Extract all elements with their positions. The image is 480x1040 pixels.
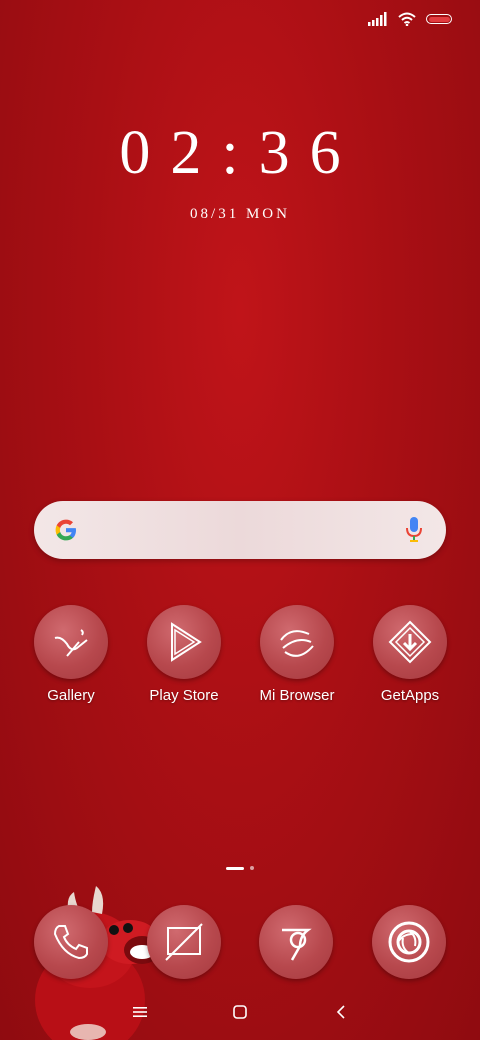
camera-icon	[388, 921, 430, 963]
menu-button[interactable]	[125, 1000, 155, 1024]
messaging-icon	[165, 923, 203, 961]
home-icon	[233, 1005, 247, 1019]
gallery-icon	[34, 605, 108, 679]
app-getapps[interactable]: GetApps	[355, 605, 465, 704]
phone-icon	[53, 925, 88, 960]
microphone-icon[interactable]	[404, 516, 424, 544]
play-store-icon	[147, 605, 221, 679]
dock-camera[interactable]	[372, 905, 446, 979]
chrome-icon	[282, 928, 312, 961]
app-play-store[interactable]: Play Store	[129, 605, 239, 704]
home-button[interactable]	[225, 1000, 255, 1024]
back-icon	[336, 1005, 345, 1019]
app-label: GetApps	[380, 687, 440, 704]
navigation-bar	[0, 1000, 480, 1024]
app-label: Mi Browser	[259, 687, 335, 704]
google-search-bar[interactable]	[34, 501, 446, 559]
google-g-icon	[55, 519, 76, 541]
app-gallery[interactable]: Gallery	[16, 605, 126, 704]
dock-chrome[interactable]	[259, 905, 333, 979]
app-label: Gallery	[47, 687, 95, 704]
status-bar	[368, 12, 452, 26]
dock-phone[interactable]	[34, 905, 108, 979]
app-label: Play Store	[149, 687, 219, 704]
clock-date: 08/31 MON	[190, 206, 290, 222]
signal-icon	[368, 12, 387, 26]
app-mi-browser[interactable]: Mi Browser	[242, 605, 352, 704]
dock-messaging[interactable]	[147, 905, 221, 979]
menu-icon	[133, 1007, 147, 1017]
clock-time[interactable]: 02:36	[0, 118, 480, 189]
wifi-icon	[398, 12, 416, 26]
back-button[interactable]	[326, 1000, 356, 1024]
browser-icon	[260, 605, 334, 679]
page-dot	[250, 866, 254, 870]
battery-icon	[426, 14, 452, 24]
page-indicator	[0, 866, 480, 870]
page-dot-active	[226, 866, 244, 870]
getapps-icon	[373, 605, 447, 679]
